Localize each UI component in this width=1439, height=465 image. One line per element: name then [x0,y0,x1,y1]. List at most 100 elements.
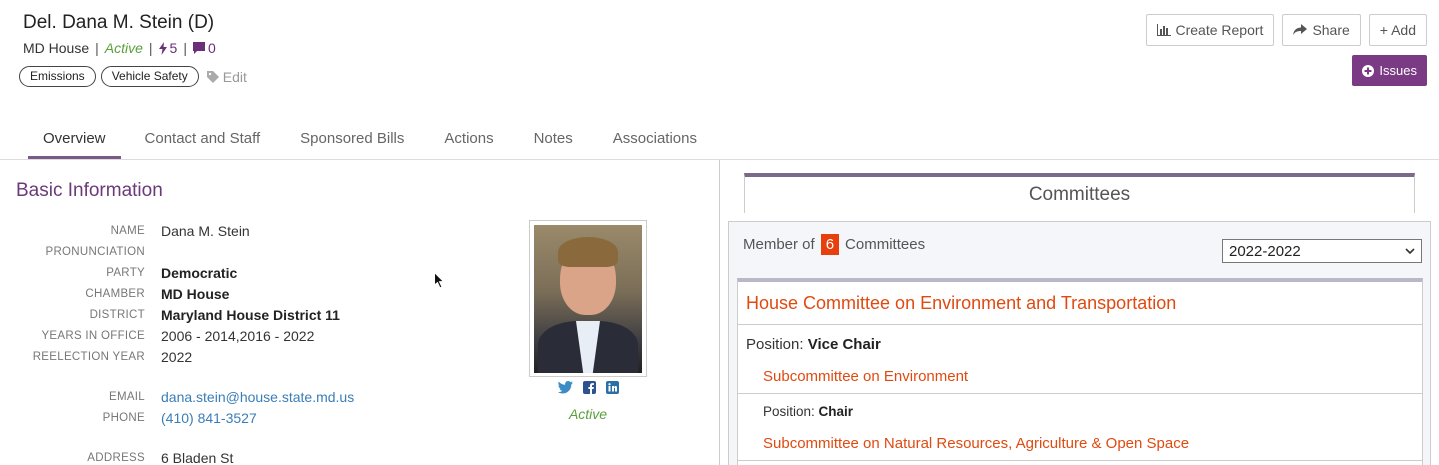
divider [738,460,1422,461]
info-row-address: ADDRESS 6 Bladen St [0,447,520,465]
twitter-icon[interactable] [557,381,573,394]
tag-emissions[interactable]: Emissions [19,66,96,87]
committees-tab[interactable]: Committees [744,173,1415,213]
add-button[interactable]: + Add [1368,14,1427,46]
info-row-years: YEARS IN OFFICE 2006 - 2014,2016 - 2022 [0,325,520,346]
photo-hair [558,237,618,267]
committees-body: Member of 6 Committees 2022-2022 House C… [728,221,1431,465]
tag-vehicle-safety[interactable]: Vehicle Safety [100,66,199,87]
legislator-photo [534,225,642,373]
share-icon [1293,24,1308,35]
bolt-icon [158,41,167,55]
info-value: 2022 [161,348,193,365]
info-label: YEARS IN OFFICE [41,329,145,342]
info-row-pronunciation: PRONUNCIATION [0,241,520,262]
tag-icon [206,70,219,83]
issues-button[interactable]: Issues [1352,55,1427,86]
edit-label: Edit [222,68,247,85]
info-value: 6 Bladen St [161,449,234,465]
plus-circle-icon [1362,64,1375,77]
info-label: EMAIL [108,390,145,403]
subcommittee-position: Position: Chair [763,404,853,419]
committees-label: Committees [845,236,926,253]
member-of-label: Member of [743,236,815,253]
bar-chart-icon [1156,24,1171,36]
info-label: REELECTION YEAR [32,350,145,363]
tab-sponsored-bills[interactable]: Sponsored Bills [300,130,404,159]
info-row-phone: PHONE (410) 841-3527 [0,407,520,428]
divider [738,324,1422,325]
actions-count[interactable]: 5 [158,40,178,56]
toolbar: Create Report Share + Add [1145,14,1427,46]
social-links [529,381,647,394]
create-report-button[interactable]: Create Report [1145,14,1275,46]
position-value: Chair [818,404,854,419]
photo-status: Active [568,406,608,422]
info-value: Dana M. Stein [161,222,250,239]
tab-contact-and-staff[interactable]: Contact and Staff [145,130,261,159]
info-row-name: NAME Dana M. Stein [0,220,520,241]
subcommittee-name[interactable]: Subcommittee on Natural Resources, Agric… [763,435,1189,452]
committee-position: Position: Vice Chair [746,336,881,353]
share-label: Share [1312,22,1350,38]
committees-panel: Committees Member of 6 Committees 2022-2… [720,160,1439,465]
tab-actions[interactable]: Actions [444,130,493,159]
actions-count-value: 5 [169,40,178,56]
notes-count-value: 0 [207,40,216,56]
email-link[interactable]: dana.stein@house.state.md.us [161,389,354,405]
info-value: 2006 - 2014,2016 - 2022 [161,327,315,344]
info-label: ADDRESS [87,451,145,464]
legislator-summary: MD House | Active | 5 | 0 [23,40,216,56]
info-label: DISTRICT [89,308,145,321]
position-label: Position: [746,336,804,353]
committee-name[interactable]: House Committee on Environment and Trans… [746,293,1176,314]
section-title: Basic Information [16,180,163,201]
separator: | [183,40,187,56]
basic-info-panel: Basic Information NAME Dana M. Stein PRO… [0,160,719,465]
year-select[interactable]: 2022-2022 [1222,239,1422,263]
divider [738,393,1422,394]
separator: | [148,40,153,56]
position-label: Position: [763,404,815,419]
subcommittee-name[interactable]: Subcommittee on Environment [763,368,968,385]
tab-associations[interactable]: Associations [613,130,697,159]
tab-overview[interactable]: Overview [28,130,121,159]
facebook-icon[interactable] [582,381,596,394]
share-button[interactable]: Share [1282,14,1361,46]
comment-icon [192,42,205,54]
info-label: NAME [110,224,145,237]
tag-list: Emissions Vehicle Safety Edit [19,66,247,87]
mouse-cursor-icon [434,272,445,289]
info-list: NAME Dana M. Stein PRONUNCIATION PARTY D… [0,220,520,465]
tab-notes[interactable]: Notes [534,130,573,159]
edit-tags-link[interactable]: Edit [206,68,247,85]
info-row-email: EMAIL dana.stein@house.state.md.us [0,386,520,407]
issues-label: Issues [1379,63,1417,78]
page-header: Del. Dana M. Stein (D) MD House | Active… [0,0,1439,115]
separator: | [95,40,99,56]
page-title: Del. Dana M. Stein (D) [23,12,215,33]
year-select-value: 2022-2022 [1229,242,1301,260]
info-label: PHONE [102,411,145,424]
info-value: MD House [161,285,230,302]
committee-list: House Committee on Environment and Trans… [737,278,1423,465]
info-row-reelection: REELECTION YEAR 2022 [0,346,520,367]
info-row-district: DISTRICT Maryland House District 11 [0,304,520,325]
info-value: Democratic [161,264,238,281]
info-value: Maryland House District 11 [161,306,340,323]
create-report-label: Create Report [1175,22,1264,38]
committee-count-badge: 6 [820,234,840,255]
add-label: + Add [1379,22,1416,38]
legislator-photo-card [529,220,647,377]
notes-count[interactable]: 0 [192,40,216,56]
linkedin-icon[interactable] [605,381,619,394]
chamber-text: MD House [23,40,90,56]
chevron-down-icon [1405,247,1415,254]
position-value: Vice Chair [807,336,881,353]
phone-link[interactable]: (410) 841-3527 [161,410,257,426]
tab-bar: Overview Contact and Staff Sponsored Bil… [28,130,737,159]
member-summary: Member of 6 Committees [743,234,925,255]
info-label: CHAMBER [85,287,145,300]
